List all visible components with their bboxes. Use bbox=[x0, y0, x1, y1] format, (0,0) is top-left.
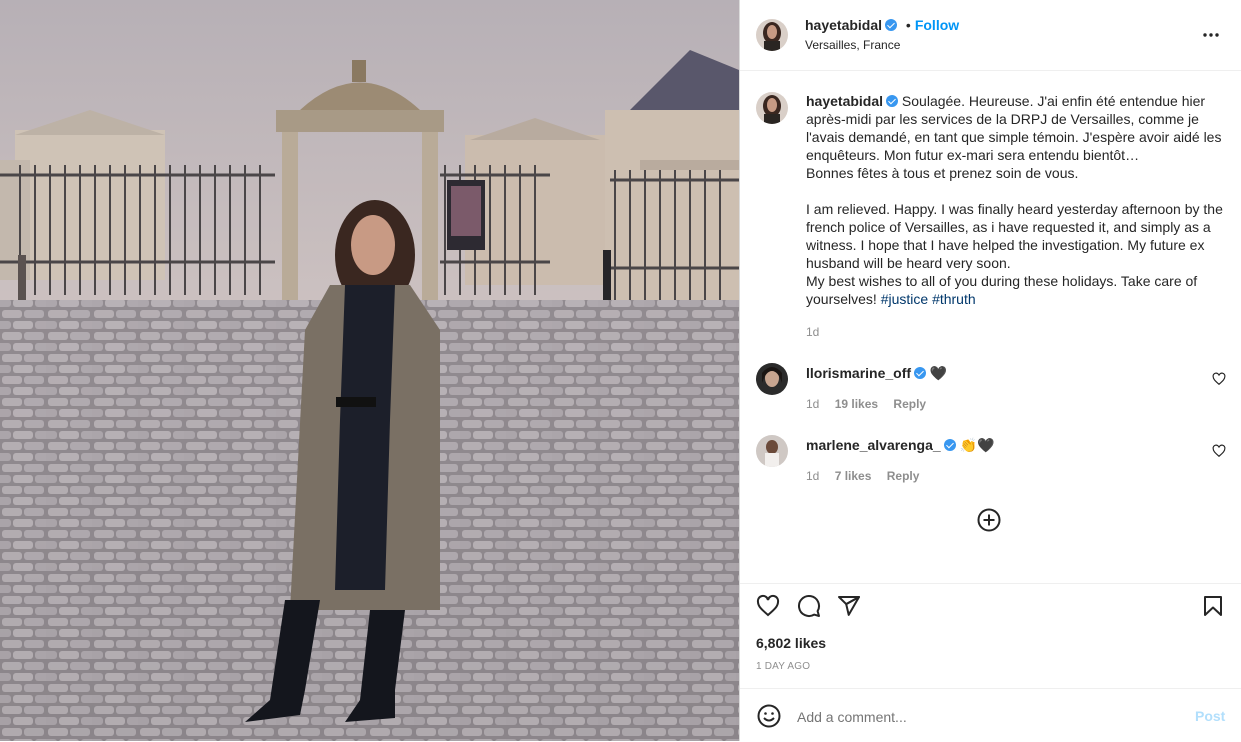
comment-username[interactable]: llorismarine_off bbox=[806, 365, 911, 381]
post-comment-button[interactable]: Post bbox=[1195, 708, 1225, 724]
add-comment-bar: Post bbox=[740, 688, 1241, 742]
avatar-image bbox=[756, 435, 788, 467]
comment-row: llorismarine_off 🖤 bbox=[806, 365, 947, 382]
follow-button[interactable]: Follow bbox=[915, 17, 959, 33]
avatar-image bbox=[756, 363, 788, 395]
caption-age: 1d bbox=[806, 325, 820, 339]
post-location[interactable]: Versailles, France bbox=[805, 38, 900, 52]
avatar-image bbox=[756, 19, 788, 51]
verified-icon bbox=[886, 95, 899, 107]
hashtag-justice[interactable]: #justice bbox=[881, 291, 928, 307]
reply-button[interactable]: Reply bbox=[887, 469, 920, 483]
caption-username[interactable]: hayetabidal bbox=[806, 93, 883, 109]
post-caption: hayetabidal Soulagée. Heureuse. J'ai enf… bbox=[806, 92, 1226, 308]
comment-age: 1d bbox=[806, 469, 820, 483]
reply-button[interactable]: Reply bbox=[893, 397, 926, 411]
comment-input[interactable] bbox=[795, 704, 1179, 730]
author-avatar[interactable] bbox=[756, 19, 788, 51]
header-top-line: hayetabidal • Follow bbox=[805, 17, 959, 33]
like-count[interactable]: 6,802 likes bbox=[756, 635, 826, 651]
comment-like-icon[interactable] bbox=[1212, 372, 1226, 391]
comment-age: 1d bbox=[806, 397, 820, 411]
post-side-panel: hayetabidal • Follow Versailles, France h… bbox=[739, 0, 1241, 741]
comment-meta: 1d 7 likes Reply bbox=[806, 469, 919, 483]
more-icon[interactable] bbox=[1202, 26, 1220, 49]
heart-icon[interactable] bbox=[756, 594, 780, 623]
comment-text: 🖤 bbox=[929, 365, 948, 381]
load-more-icon[interactable] bbox=[977, 508, 1001, 537]
post-photo[interactable] bbox=[0, 0, 739, 741]
comment-avatar[interactable] bbox=[756, 435, 788, 467]
comment-text: 👏🖤 bbox=[959, 437, 995, 453]
author-username[interactable]: hayetabidal bbox=[805, 17, 882, 33]
comment-like-icon[interactable] bbox=[1212, 444, 1226, 463]
post-actions: 6,802 likes 1 DAY AGO bbox=[740, 583, 1241, 688]
emoji-icon[interactable] bbox=[757, 704, 781, 733]
post-date: 1 DAY AGO bbox=[756, 661, 811, 672]
caption-text: Soulagée. Heureuse. J'ai enfin été enten… bbox=[806, 93, 1223, 307]
comment-username[interactable]: marlene_alvarenga_ bbox=[806, 437, 941, 453]
hashtag-thruth[interactable]: #thruth bbox=[932, 291, 976, 307]
comment-row: marlene_alvarenga_ 👏🖤 bbox=[806, 437, 994, 454]
separator-dot: • bbox=[905, 17, 911, 33]
comment-likes[interactable]: 7 likes bbox=[835, 469, 872, 483]
avatar-image bbox=[756, 92, 788, 124]
photo-illustration bbox=[0, 0, 739, 741]
comment-meta: 1d 19 likes Reply bbox=[806, 397, 926, 411]
bookmark-icon[interactable] bbox=[1201, 594, 1225, 623]
share-icon[interactable] bbox=[837, 594, 861, 623]
comment-avatar[interactable] bbox=[756, 363, 788, 395]
comment-icon[interactable] bbox=[797, 594, 821, 623]
verified-icon bbox=[914, 367, 927, 379]
comment-likes[interactable]: 19 likes bbox=[835, 397, 878, 411]
instagram-post-modal: hayetabidal • Follow Versailles, France h… bbox=[0, 0, 1241, 741]
verified-icon bbox=[943, 439, 956, 451]
verified-icon bbox=[885, 19, 898, 31]
caption-avatar[interactable] bbox=[756, 92, 788, 124]
post-header: hayetabidal • Follow Versailles, France bbox=[740, 0, 1241, 71]
